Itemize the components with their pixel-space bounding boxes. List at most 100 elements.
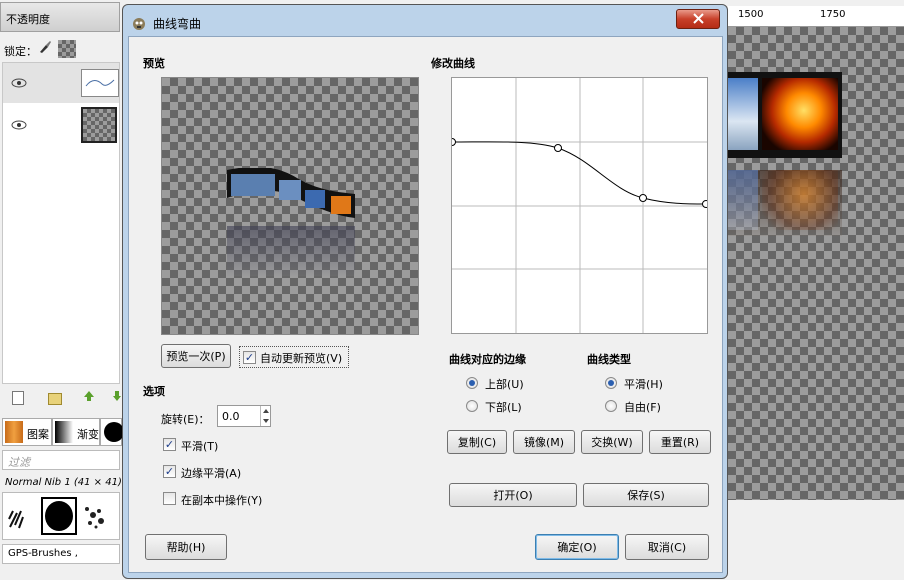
- lock-label: 锁定：: [4, 45, 37, 58]
- tab-patterns-label: 图案: [27, 428, 49, 441]
- save-label: 保存(S): [627, 489, 665, 502]
- rotate-spin-down[interactable]: [260, 416, 271, 426]
- type-free-label: 自由(F): [624, 401, 661, 414]
- auto-update-label: 自动更新预览(V): [260, 352, 343, 365]
- folder-icon[interactable]: [48, 393, 62, 405]
- rotate-spin-up[interactable]: [260, 406, 271, 416]
- preview-once-button[interactable]: 预览一次(P): [161, 344, 231, 368]
- ok-button[interactable]: 确定(O): [535, 534, 619, 560]
- preview-reflection: [227, 226, 355, 276]
- save-button[interactable]: 保存(S): [583, 483, 709, 507]
- eye-icon[interactable]: [11, 77, 27, 92]
- filter-placeholder: 过滤: [8, 456, 30, 469]
- gimp-icon: [131, 15, 147, 34]
- type-free-radio[interactable]: [605, 400, 617, 412]
- help-button[interactable]: 帮助(H): [145, 534, 227, 560]
- brush-tip-icon: [104, 422, 124, 442]
- work-on-copy-label: 在副本中操作(Y): [181, 494, 263, 507]
- curve-section-label: 修改曲线: [431, 57, 475, 70]
- filter-field[interactable]: 过滤: [2, 450, 120, 470]
- ruler-label: 1500: [738, 9, 764, 20]
- tab-gradients-label: 渐变: [77, 428, 99, 441]
- pattern-swatch-icon: [5, 421, 23, 443]
- close-button[interactable]: [676, 9, 720, 29]
- swap-label: 交换(W): [591, 436, 633, 449]
- brush-grid: [2, 492, 120, 540]
- reflection-fire: [762, 170, 838, 230]
- brush-name: Normal Nib 1 (41 × 41): [5, 477, 122, 488]
- close-icon: [693, 13, 704, 27]
- swap-button[interactable]: 交换(W): [581, 430, 643, 454]
- brush-set-field[interactable]: GPS-Brushes ,: [2, 544, 120, 564]
- smooth-checkbox[interactable]: ✓: [163, 438, 176, 451]
- edge-upper-label: 上部(U): [485, 378, 524, 391]
- curve-bend-dialog: 曲线弯曲 预览 预览一次(P) ✓ 自动更新预览(V) 选项 旋转(E)： 0.…: [122, 4, 728, 579]
- preview-canvas: [161, 77, 419, 335]
- brush-spray-icon[interactable]: [81, 501, 109, 534]
- dialog-title: 曲线弯曲: [153, 17, 202, 31]
- rotate-label: 旋转(E)：: [161, 413, 210, 426]
- antialias-checkbox[interactable]: ✓: [163, 465, 176, 478]
- reset-button[interactable]: 重置(R): [649, 430, 711, 454]
- tab-brushes[interactable]: [100, 418, 124, 446]
- layer-row[interactable]: [3, 105, 119, 145]
- options-section-label: 选项: [143, 385, 165, 398]
- canvas-reflection: [728, 170, 842, 236]
- open-button[interactable]: 打开(O): [449, 483, 577, 507]
- cancel-label: 取消(C): [647, 541, 687, 554]
- curve-graph[interactable]: [448, 78, 710, 333]
- edge-upper-radio[interactable]: [466, 377, 478, 389]
- preview-section-label: 预览: [143, 57, 165, 70]
- lock-alpha-icon[interactable]: [58, 40, 76, 58]
- cancel-button[interactable]: 取消(C): [625, 534, 709, 560]
- brush-selected[interactable]: [41, 497, 77, 535]
- reflection-mountain: [728, 170, 758, 230]
- curve-editor[interactable]: [448, 77, 710, 334]
- type-smooth-radio[interactable]: [605, 377, 617, 389]
- layer-row[interactable]: [3, 63, 119, 103]
- smooth-label: 平滑(T): [181, 440, 219, 453]
- rotate-spinbox[interactable]: 0.0: [217, 405, 271, 427]
- preview-once-label: 预览一次(P): [166, 350, 226, 363]
- tab-patterns[interactable]: 图案: [2, 418, 52, 446]
- edge-group-label: 曲线对应的边缘: [449, 353, 526, 366]
- layers-panel: 不透明度 锁定： 图案 渐变 过滤 Normal Nib 1 (41 × 41)…: [0, 0, 124, 580]
- tab-gradients[interactable]: 渐变: [52, 418, 100, 446]
- layer-thumbnail: [81, 69, 119, 97]
- antialias-label: 边缘平滑(A): [181, 467, 242, 480]
- raise-layer-icon[interactable]: [83, 390, 95, 405]
- canvas-ruler: 1500 1750: [728, 6, 904, 27]
- rotate-value: 0.0: [222, 410, 240, 423]
- curve-type-label: 曲线类型: [587, 353, 631, 366]
- help-label: 帮助(H): [166, 541, 206, 554]
- gradient-swatch-icon: [55, 421, 73, 443]
- copy-button[interactable]: 复制(C): [447, 430, 507, 454]
- layer-list: [2, 62, 120, 384]
- lock-brush-icon[interactable]: [38, 40, 52, 54]
- canvas-film-strip: [728, 72, 842, 158]
- lower-layer-icon[interactable]: [113, 390, 122, 405]
- new-layer-icon[interactable]: [12, 391, 24, 405]
- type-smooth-label: 平滑(H): [624, 378, 663, 391]
- canvas-bottom-bar: [728, 500, 904, 580]
- opacity-label: 不透明度: [6, 13, 50, 26]
- ok-label: 确定(O): [557, 541, 597, 554]
- work-on-copy-checkbox[interactable]: [163, 492, 176, 505]
- film-frame-fire: [762, 78, 838, 150]
- brush-set-label: GPS-Brushes ,: [8, 548, 78, 559]
- mirror-button[interactable]: 镜像(M): [513, 430, 575, 454]
- copy-label: 复制(C): [457, 436, 497, 449]
- brush-circle-icon: [45, 501, 73, 531]
- edge-lower-radio[interactable]: [466, 400, 478, 412]
- edge-lower-label: 下部(L): [485, 401, 522, 414]
- auto-update-box[interactable]: ✓ 自动更新预览(V): [239, 346, 349, 368]
- dialog-body: 预览 预览一次(P) ✓ 自动更新预览(V) 选项 旋转(E)： 0.0 ✓ 平…: [128, 36, 723, 573]
- auto-update-checkbox[interactable]: ✓: [243, 351, 256, 364]
- reset-label: 重置(R): [660, 436, 700, 449]
- layer-thumbnail: [81, 107, 117, 143]
- opacity-bar[interactable]: 不透明度: [0, 2, 120, 32]
- preview-film-strip: [227, 166, 355, 226]
- brush-splatter-icon[interactable]: [7, 501, 37, 534]
- film-frame-mountain: [728, 78, 758, 150]
- eye-icon[interactable]: [11, 119, 27, 134]
